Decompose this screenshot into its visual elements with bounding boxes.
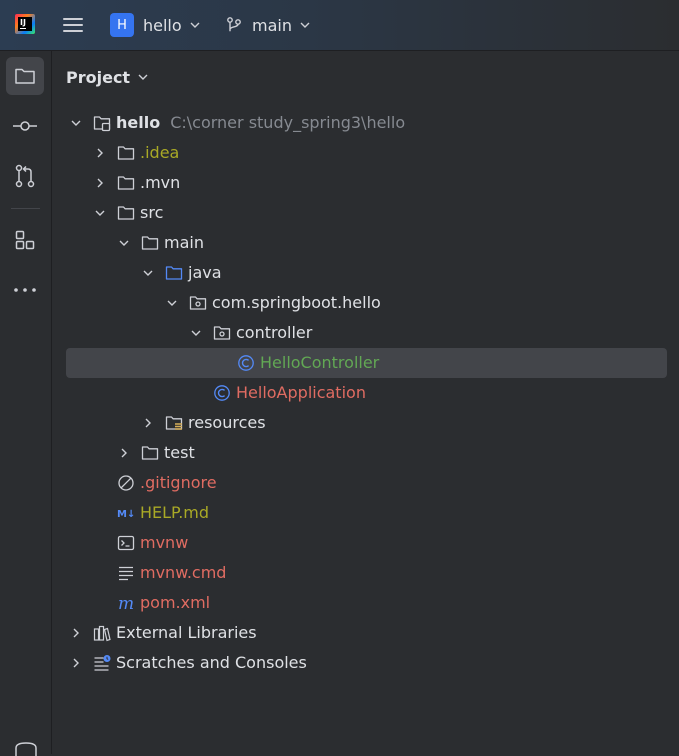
tree-node-resources[interactable]: resources [52, 408, 679, 438]
chevron-right-icon[interactable] [94, 177, 106, 189]
tree-node-label: pom.xml [140, 593, 211, 612]
tree-node-label: hello C:\corner study_spring3\hello [116, 113, 406, 132]
tree-node-controller[interactable]: controller [52, 318, 679, 348]
project-switcher[interactable]: H hello [110, 13, 201, 37]
chevron-right-icon[interactable] [118, 447, 130, 459]
tree-node-mvn[interactable]: .mvn [52, 168, 679, 198]
tree-node-label: test [164, 443, 195, 462]
tree-node-label: com.springboot.hello [212, 293, 381, 312]
scratches-icon [94, 655, 111, 671]
tree-node-help-md[interactable]: M↓ HELP.md [52, 498, 679, 528]
chevron-down-icon[interactable] [142, 267, 154, 279]
package-icon [213, 326, 231, 340]
tree-node-label: .mvn [140, 173, 181, 192]
chevron-right-icon[interactable] [94, 147, 106, 159]
tree-node-label: HelloController [260, 353, 380, 372]
intellij-logo-icon[interactable]: IJ [15, 14, 35, 34]
project-name: hello [143, 15, 182, 35]
resources-folder-icon [165, 416, 183, 430]
tree-node-idea[interactable]: .idea [52, 138, 679, 168]
tree-node-src[interactable]: src [52, 198, 679, 228]
svg-text:M↓: M↓ [117, 509, 135, 520]
project-tool-button[interactable] [6, 57, 44, 95]
chevron-down-icon[interactable] [70, 117, 82, 129]
more-icon [14, 288, 36, 292]
source-folder-icon [165, 266, 183, 280]
tree-node-test[interactable]: test [52, 438, 679, 468]
tree-node-scratches-and-consoles[interactable]: Scratches and Consoles [52, 648, 679, 678]
tree-node-label: mvnw [140, 533, 189, 552]
branch-name: main [252, 15, 292, 35]
tree-node-label: HELP.md [140, 503, 210, 522]
chevron-down-icon [300, 22, 310, 28]
tree-node-label: main [164, 233, 204, 252]
folder-icon [117, 206, 135, 220]
tree-node-label: mvnw.cmd [140, 563, 227, 582]
more-tool-windows-button[interactable] [6, 271, 44, 309]
chevron-down-icon[interactable] [94, 207, 106, 219]
tree-node-java[interactable]: java [52, 258, 679, 288]
class-icon [238, 355, 254, 371]
maven-icon: m [118, 594, 134, 612]
project-panel-title[interactable]: Project [66, 66, 149, 88]
pull-requests-tool-button[interactable] [6, 157, 44, 195]
chevron-down-icon[interactable] [166, 297, 178, 309]
tool-window-strip [0, 51, 52, 754]
title-bar: IJ H hello main [0, 0, 679, 51]
terminal-file-icon [117, 535, 135, 551]
folder-icon [15, 68, 35, 84]
text-file-icon [119, 566, 133, 581]
structure-icon [15, 230, 35, 250]
tree-node-pom-xml[interactable]: m pom.xml [52, 588, 679, 618]
commit-tool-button[interactable] [6, 107, 44, 145]
libraries-icon [93, 625, 111, 642]
chevron-right-icon[interactable] [70, 657, 82, 669]
tree-node-com-springboot-hello[interactable]: com.springboot.hello [52, 288, 679, 318]
chevron-right-icon[interactable] [142, 417, 154, 429]
folder-icon [141, 446, 159, 460]
structure-tool-button[interactable] [6, 221, 44, 259]
tree-node-hellocontroller[interactable]: HelloController [52, 348, 679, 378]
chevron-right-icon[interactable] [70, 627, 82, 639]
logo-text: IJ [20, 18, 26, 27]
folder-icon [117, 176, 135, 190]
markdown-icon: M↓ [117, 509, 135, 520]
tree-node-label: External Libraries [116, 623, 257, 642]
svg-text:m: m [118, 594, 134, 612]
class-icon [214, 385, 230, 401]
tree-node-mvnw-cmd[interactable]: mvnw.cmd [52, 558, 679, 588]
tree-node-main[interactable]: main [52, 228, 679, 258]
main-menu-icon[interactable] [63, 15, 83, 35]
module-folder-icon [93, 116, 111, 132]
chevron-down-icon [138, 74, 148, 80]
tree-node-label: HelloApplication [236, 383, 366, 402]
tree-node-helloapplication[interactable]: HelloApplication [52, 378, 679, 408]
project-avatar: H [110, 13, 134, 37]
tree-node-label: .gitignore [140, 473, 217, 492]
tree-node-label: java [188, 263, 222, 282]
branch-icon [227, 17, 241, 32]
tree-node-label: resources [188, 413, 266, 432]
folder-icon [117, 146, 135, 160]
tree-node-mvnw[interactable]: mvnw [52, 528, 679, 558]
toolstrip-separator [11, 208, 40, 209]
chevron-down-icon[interactable] [190, 327, 202, 339]
folder-icon [141, 236, 159, 250]
tree-node-label: src [140, 203, 164, 222]
tree-node-hello[interactable]: hello C:\corner study_spring3\hello [52, 108, 679, 138]
tree-node-label: Scratches and Consoles [116, 653, 307, 672]
tree-node-gitignore[interactable]: .gitignore [52, 468, 679, 498]
tree-node-label: .idea [140, 143, 180, 162]
commit-icon [13, 121, 37, 131]
chevron-down-icon[interactable] [118, 237, 130, 249]
tree-node-label: controller [236, 323, 313, 342]
chevron-down-icon [190, 22, 200, 28]
tree-node-external-libraries[interactable]: External Libraries [52, 618, 679, 648]
vcs-branch-widget[interactable]: main [225, 13, 311, 37]
gitignore-icon [118, 475, 134, 491]
tree-node-path: C:\corner study_spring3\hello [170, 113, 406, 132]
panel-title-text: Project [66, 67, 131, 87]
pull-requests-icon [15, 164, 35, 188]
package-icon [189, 296, 207, 310]
